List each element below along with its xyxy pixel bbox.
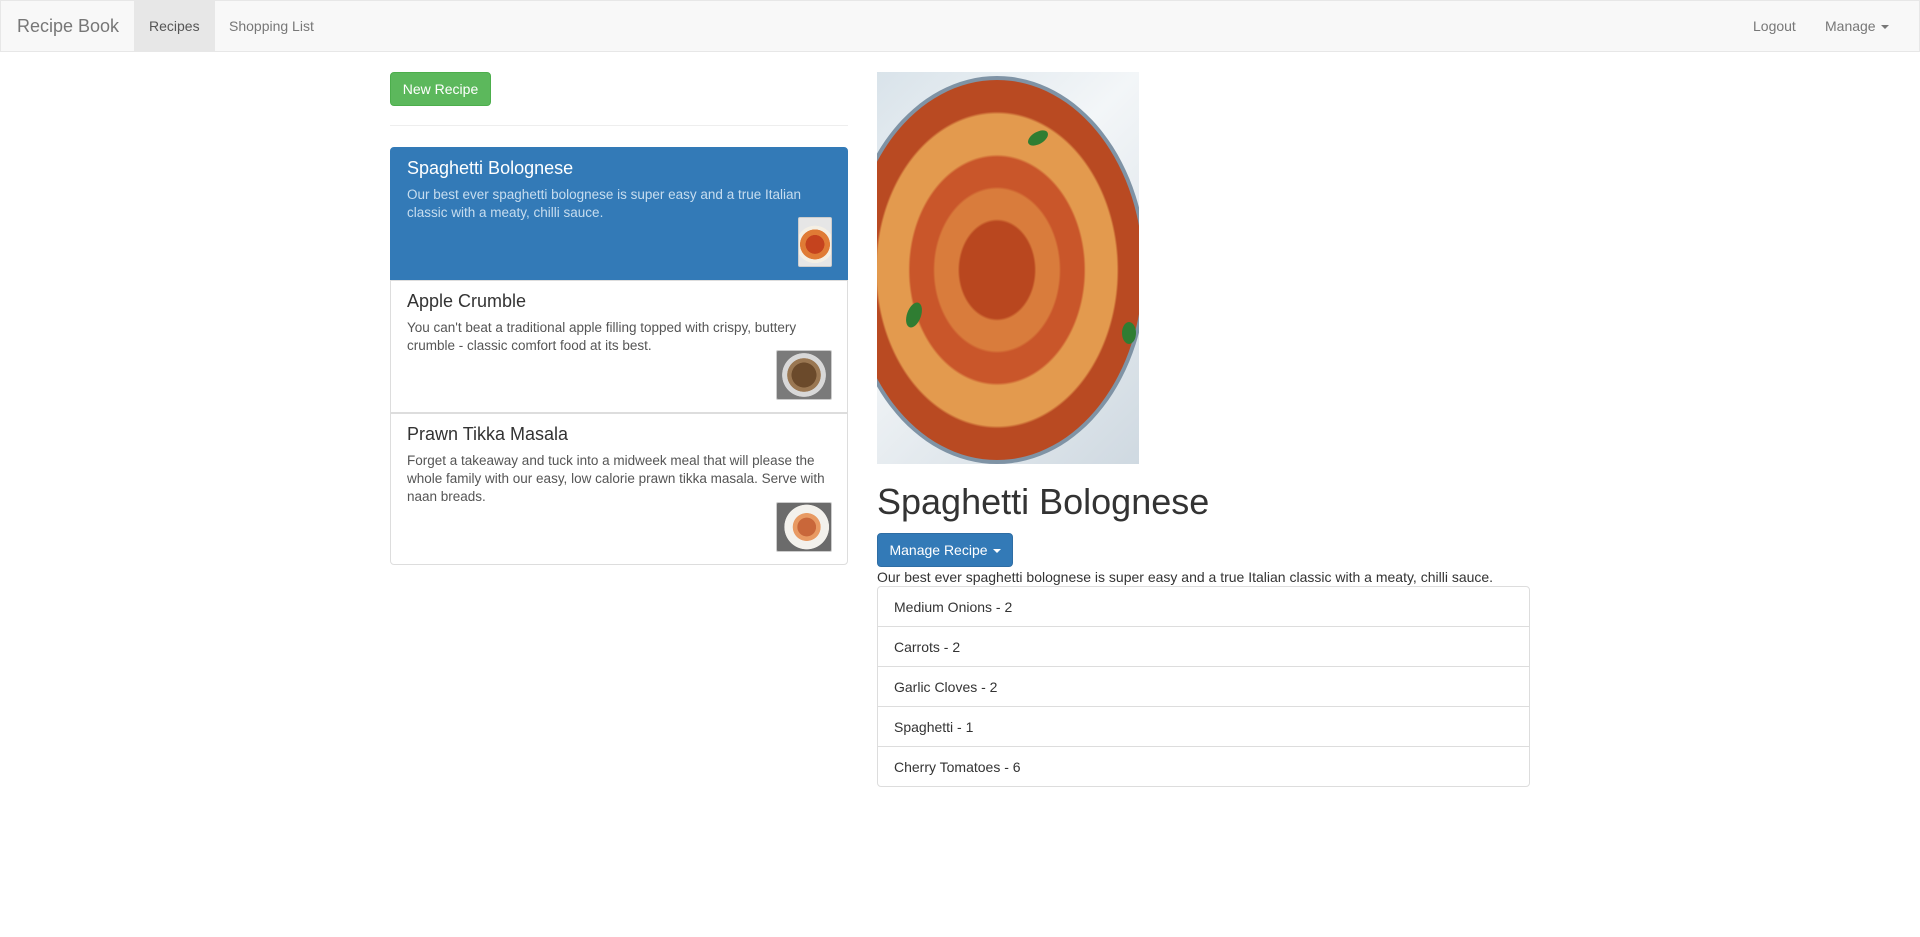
- nav-shopping-list[interactable]: Shopping List: [214, 1, 329, 51]
- ingredient-item[interactable]: Carrots - 2: [877, 626, 1530, 667]
- nav-logout[interactable]: Logout: [1738, 1, 1811, 51]
- brand-link[interactable]: Recipe Book: [17, 1, 119, 51]
- ingredients-list: Medium Onions - 2 Carrots - 2 Garlic Clo…: [877, 586, 1530, 787]
- recipe-item-description: You can't beat a traditional apple filli…: [407, 320, 797, 353]
- ingredient-item[interactable]: Spaghetti - 1: [877, 706, 1530, 747]
- prawn-tikka-thumbnail: [776, 502, 832, 552]
- nav-manage-label: Manage: [1825, 18, 1876, 34]
- manage-recipe-button[interactable]: Manage Recipe: [877, 533, 1013, 567]
- recipe-image: [877, 72, 1139, 464]
- recipe-title: Spaghetti Bolognese: [877, 481, 1210, 522]
- recipe-item-description: Forget a takeaway and tuck into a midwee…: [407, 453, 825, 504]
- divider: [390, 125, 848, 126]
- recipe-list-item[interactable]: Prawn Tikka Masala Forget a takeaway and…: [390, 413, 848, 565]
- recipe-item-description: Our best ever spaghetti bolognese is sup…: [407, 187, 801, 220]
- recipe-list-item[interactable]: Apple Crumble You can't beat a tradition…: [390, 280, 848, 413]
- ingredient-item[interactable]: Garlic Cloves - 2: [877, 666, 1530, 707]
- top-navbar: Recipe Book Recipes Shopping List Logout…: [0, 0, 1920, 52]
- nav-recipes[interactable]: Recipes: [134, 1, 215, 51]
- recipe-item-title: Apple Crumble: [407, 291, 527, 311]
- recipe-description: Our best ever spaghetti bolognese is sup…: [877, 569, 1494, 585]
- apple-crumble-thumbnail: [776, 350, 832, 400]
- basil-leaf: [1122, 322, 1136, 344]
- nav-manage-dropdown[interactable]: Manage: [1810, 1, 1904, 51]
- recipe-item-title: Spaghetti Bolognese: [407, 158, 574, 178]
- spaghetti-pot-graphic: [877, 76, 1139, 464]
- caret-down-icon: [992, 549, 1001, 554]
- recipe-list-item[interactable]: Spaghetti Bolognese Our best ever spaghe…: [390, 147, 848, 280]
- ingredient-item[interactable]: Medium Onions - 2: [877, 586, 1530, 627]
- spaghetti-thumbnail: [798, 217, 832, 267]
- new-recipe-button[interactable]: New Recipe: [390, 72, 491, 106]
- ingredient-item[interactable]: Cherry Tomatoes - 6: [877, 746, 1530, 787]
- recipe-item-title: Prawn Tikka Masala: [407, 424, 569, 444]
- caret-down-icon: [1880, 25, 1889, 30]
- manage-recipe-label: Manage Recipe: [889, 542, 988, 558]
